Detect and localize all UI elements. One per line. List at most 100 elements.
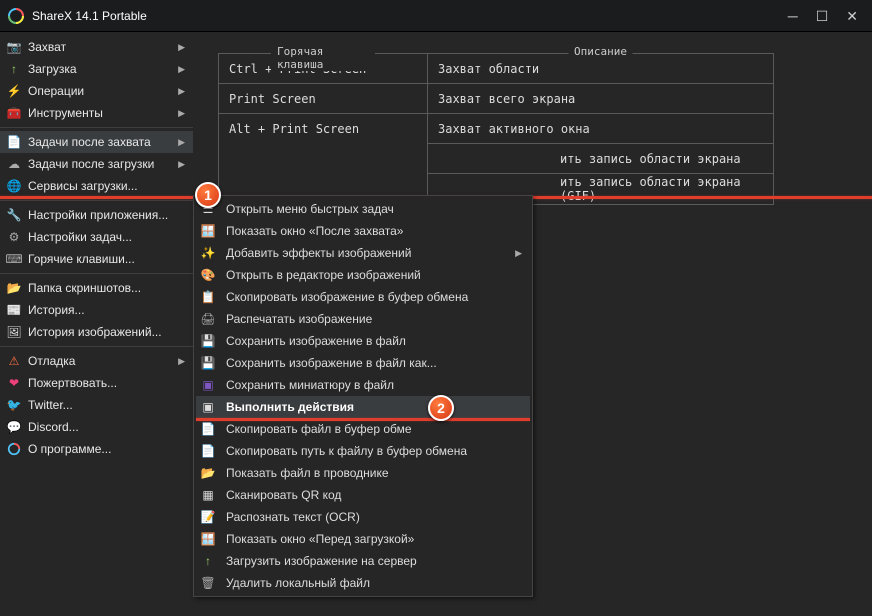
menu-save-as[interactable]: 💾Сохранить изображение в файл как... xyxy=(196,352,530,374)
copy-icon: 📋 xyxy=(200,289,216,305)
camera-icon: 📷 xyxy=(6,39,22,55)
sidebar-item-destinations[interactable]: 🌐Сервисы загрузки... xyxy=(0,175,193,197)
divider xyxy=(0,273,193,274)
chevron-right-icon: ▶ xyxy=(178,42,185,53)
sidebar-item-app-settings[interactable]: 🔧Настройки приложения... xyxy=(0,204,193,226)
menu-save-thumbnail[interactable]: ▣Сохранить миниатюру в файл xyxy=(196,374,530,396)
edit-icon: 🎨 xyxy=(200,267,216,283)
sidebar-item-tools[interactable]: 🧰Инструменты▶ xyxy=(0,102,193,124)
after-capture-submenu: ☰Открыть меню быстрых задач 🪟Показать ок… xyxy=(193,195,533,597)
divider xyxy=(0,346,193,347)
desc-cell[interactable]: Захват области xyxy=(428,54,773,84)
titlebar: ShareX 14.1 Portable ─ ☐ ✕ xyxy=(0,0,872,32)
menu-copy-file[interactable]: 📄Скопировать файл в буфер обме xyxy=(196,418,530,440)
callout-2: 2 xyxy=(428,395,454,421)
upload-icon: ↑ xyxy=(6,61,22,77)
cone-icon: ⚠ xyxy=(6,353,22,369)
save-as-icon: 💾 xyxy=(200,355,216,371)
menu-add-effects[interactable]: ✨Добавить эффекты изображений▶ xyxy=(196,242,530,264)
window-icon: 🪟 xyxy=(200,531,216,547)
heart-icon: ❤ xyxy=(6,375,22,391)
sidebar-item-operations[interactable]: ⚡Операции▶ xyxy=(0,80,193,102)
menu-show-explorer[interactable]: 📂Показать файл в проводнике xyxy=(196,462,530,484)
sidebar-item-history[interactable]: 📰История... xyxy=(0,299,193,321)
chevron-right-icon: ▶ xyxy=(515,248,522,259)
ocr-icon: 📝 xyxy=(200,509,216,525)
menu-save-file[interactable]: 💾Сохранить изображение в файл xyxy=(196,330,530,352)
sidebar-item-discord[interactable]: 💬Discord... xyxy=(0,416,193,438)
sidebar-item-screenshots-folder[interactable]: 📂Папка скриншотов... xyxy=(0,277,193,299)
upload-icon: ↑ xyxy=(200,553,216,569)
sidebar-item-twitter[interactable]: 🐦Twitter... xyxy=(0,394,193,416)
hotkey-column: Горячая клавиша Ctrl + Print Screen Prin… xyxy=(218,53,428,205)
thumb-icon: ▣ xyxy=(200,377,216,393)
sidebar-item-upload[interactable]: ↑Загрузка▶ xyxy=(0,58,193,80)
menu-print[interactable]: 🖨Распечатать изображение xyxy=(196,308,530,330)
sharex-logo-icon xyxy=(8,8,24,24)
hotkey-table: Горячая клавиша Ctrl + Print Screen Prin… xyxy=(218,53,872,205)
divider xyxy=(0,200,193,201)
gear-icon: ⚙ xyxy=(6,229,22,245)
cloud-icon: ☁ xyxy=(6,156,22,172)
maximize-button[interactable]: ☐ xyxy=(816,9,829,23)
menu-show-after-capture[interactable]: 🪟Показать окно «После захвата» xyxy=(196,220,530,242)
menu-copy-image[interactable]: 📋Скопировать изображение в буфер обмена xyxy=(196,286,530,308)
description-column: Описание Захват области Захват всего экр… xyxy=(428,53,774,205)
sharex-icon xyxy=(6,441,22,457)
sidebar-item-after-capture[interactable]: 📄Задачи после захвата▶ xyxy=(0,131,193,153)
desc-cell[interactable]: ить запись области экрана xyxy=(428,144,773,174)
callout-1: 1 xyxy=(195,182,221,208)
menu-copy-path[interactable]: 📄Скопировать путь к файлу в буфер обмена xyxy=(196,440,530,462)
chevron-right-icon: ▶ xyxy=(178,108,185,119)
menu-upload-server[interactable]: ↑Загрузить изображение на сервер xyxy=(196,550,530,572)
sidebar-item-hotkeys[interactable]: ⌨Горячие клавиши... xyxy=(0,248,193,270)
window-icon: 🪟 xyxy=(200,223,216,239)
chevron-right-icon: ▶ xyxy=(178,356,185,367)
path-icon: 📄 xyxy=(200,443,216,459)
window-title: ShareX 14.1 Portable xyxy=(32,9,788,23)
folder-icon: 📂 xyxy=(6,280,22,296)
hotkey-cell[interactable]: Alt + Print Screen xyxy=(219,114,427,144)
menu-quick-tasks[interactable]: ☰Открыть меню быстрых задач xyxy=(196,198,530,220)
copy-file-icon: 📄 xyxy=(200,421,216,437)
chevron-right-icon: ▶ xyxy=(178,159,185,170)
desc-cell[interactable]: Захват активного окна xyxy=(428,114,773,144)
menu-before-upload[interactable]: 🪟Показать окно «Перед загрузкой» xyxy=(196,528,530,550)
chevron-right-icon: ▶ xyxy=(178,137,185,148)
menu-delete-file[interactable]: 🗑Удалить локальный файл xyxy=(196,572,530,594)
menu-scan-qr[interactable]: ▦Сканировать QR код xyxy=(196,484,530,506)
effects-icon: ✨ xyxy=(200,245,216,261)
save-icon: 💾 xyxy=(200,333,216,349)
highlight-bar xyxy=(196,418,530,421)
sidebar-item-about[interactable]: О программе... xyxy=(0,438,193,460)
globe-icon: 🌐 xyxy=(6,178,22,194)
sidebar: 📷Захват▶ ↑Загрузка▶ ⚡Операции▶ 🧰Инструме… xyxy=(0,32,193,616)
sidebar-item-debug[interactable]: ⚠Отладка▶ xyxy=(0,350,193,372)
menu-ocr[interactable]: 📝Распознать текст (OCR) xyxy=(196,506,530,528)
chevron-right-icon: ▶ xyxy=(178,86,185,97)
page-icon: 📰 xyxy=(6,302,22,318)
qr-icon: ▦ xyxy=(200,487,216,503)
sidebar-item-image-history[interactable]: 🖼История изображений... xyxy=(0,321,193,343)
menu-open-editor[interactable]: 🎨Открыть в редакторе изображений xyxy=(196,264,530,286)
sidebar-item-after-upload[interactable]: ☁Задачи после загрузки▶ xyxy=(0,153,193,175)
toolbox-icon: 🧰 xyxy=(6,105,22,121)
divider xyxy=(0,127,193,128)
sidebar-item-capture[interactable]: 📷Захват▶ xyxy=(0,36,193,58)
wrench-icon: 🔧 xyxy=(6,207,22,223)
menu-perform-actions[interactable]: ▣Выполнить действия xyxy=(196,396,530,418)
task-icon: 📄 xyxy=(6,134,22,150)
minimize-button[interactable]: ─ xyxy=(788,9,798,23)
discord-icon: 💬 xyxy=(6,419,22,435)
images-icon: 🖼 xyxy=(6,324,22,340)
sidebar-item-donate[interactable]: ❤Пожертвовать... xyxy=(0,372,193,394)
close-button[interactable]: ✕ xyxy=(846,9,858,23)
sidebar-item-task-settings[interactable]: ⚙Настройки задач... xyxy=(0,226,193,248)
desc-cell[interactable]: Захват всего экрана xyxy=(428,84,773,114)
terminal-icon: ▣ xyxy=(200,399,216,415)
bolt-icon: ⚡ xyxy=(6,83,22,99)
delete-icon: 🗑 xyxy=(200,575,216,591)
hotkey-cell[interactable]: Print Screen xyxy=(219,84,427,114)
folder-icon: 📂 xyxy=(200,465,216,481)
chevron-right-icon: ▶ xyxy=(178,64,185,75)
